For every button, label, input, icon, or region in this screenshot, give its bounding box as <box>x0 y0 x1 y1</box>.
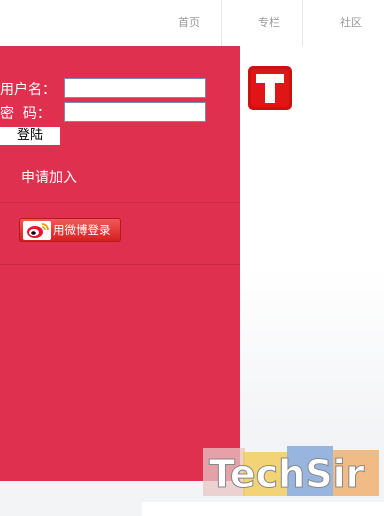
divider <box>0 264 240 265</box>
nav-home-link[interactable]: 首页 <box>150 0 228 46</box>
weibo-login-label: 用微博登录 <box>53 223 111 237</box>
logo-t-icon <box>251 69 289 107</box>
nav-separator <box>302 0 303 46</box>
nav-separator <box>221 0 222 46</box>
top-nav: 首页 专栏 社区 <box>0 0 384 47</box>
weibo-login-button[interactable]: 用微博登录 <box>19 218 121 242</box>
weibo-icon <box>23 221 51 240</box>
username-label: 用户名： <box>0 82 56 98</box>
login-button[interactable]: 登陆 <box>0 127 60 145</box>
username-input[interactable] <box>64 78 206 98</box>
nav-column-link[interactable]: 专栏 <box>230 0 308 46</box>
divider <box>0 202 240 203</box>
site-logo[interactable] <box>248 66 292 110</box>
techsir-watermark: TechSir <box>203 446 381 501</box>
login-panel: 用户名： 密 码： 登陆 申请加入 用微博登录 <box>0 46 240 481</box>
password-label: 密 码： <box>0 106 51 122</box>
nav-community-link[interactable]: 社区 <box>312 0 384 46</box>
join-link[interactable]: 申请加入 <box>21 167 77 187</box>
footer-strip <box>142 502 384 516</box>
svg-text:TechSir: TechSir <box>209 452 365 496</box>
password-input[interactable] <box>64 102 206 122</box>
